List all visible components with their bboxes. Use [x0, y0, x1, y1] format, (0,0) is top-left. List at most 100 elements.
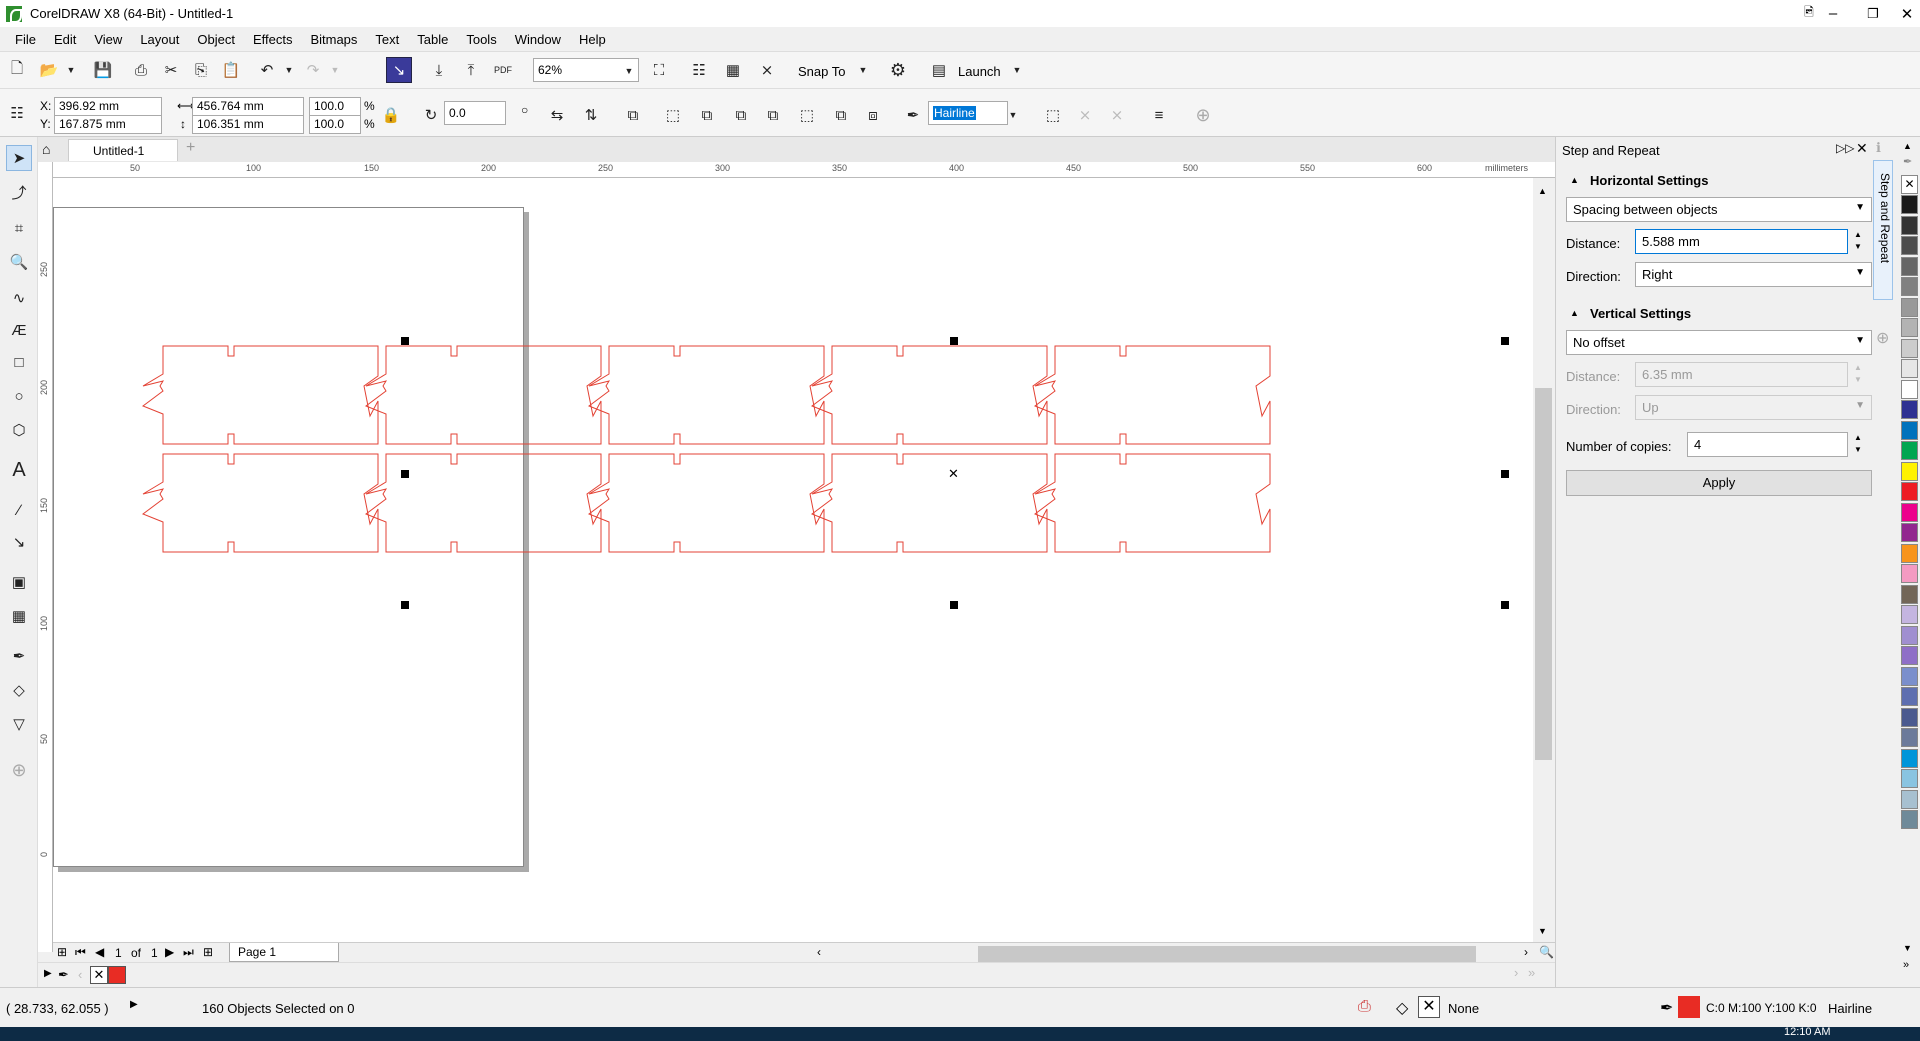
- center-marker-icon[interactable]: ✕: [948, 466, 959, 481]
- color-swatch[interactable]: [1901, 707, 1918, 727]
- import-icon[interactable]: ⤓: [426, 57, 452, 83]
- search-content-icon[interactable]: ↘: [386, 57, 412, 83]
- color-swatch[interactable]: [1901, 810, 1918, 829]
- shape-piece[interactable]: [365, 345, 602, 445]
- zoom-dropdown-icon[interactable]: ▼: [616, 58, 642, 84]
- artistic-media-tool-icon[interactable]: Æ: [6, 317, 32, 343]
- menu-object[interactable]: Object: [197, 32, 235, 47]
- show-rulers-icon[interactable]: ☷: [686, 57, 712, 83]
- add-docker-icon[interactable]: ⊕: [1876, 328, 1889, 348]
- shape-piece[interactable]: [142, 345, 379, 445]
- show-grid-icon[interactable]: ▦: [720, 57, 746, 83]
- menu-text[interactable]: Text: [375, 32, 399, 47]
- color-swatch[interactable]: [1901, 318, 1918, 337]
- color-proofing-icon[interactable]: ⎙: [1358, 998, 1371, 1016]
- width-field[interactable]: 456.764 mm: [192, 97, 304, 116]
- y-position-field[interactable]: 167.875 mm: [54, 115, 162, 134]
- next-page-icon[interactable]: ▶: [165, 945, 174, 959]
- shape-piece[interactable]: [811, 453, 1048, 553]
- palette-scroll-right-icon[interactable]: ›: [1514, 965, 1518, 980]
- color-swatch[interactable]: [1901, 297, 1918, 317]
- group-icon[interactable]: ⧉: [620, 102, 646, 128]
- crop-tool-icon[interactable]: ⌗: [6, 215, 32, 241]
- v-distance-spinner[interactable]: ▲ ▼: [1854, 362, 1862, 386]
- copies-spinner[interactable]: ▲ ▼: [1854, 432, 1862, 456]
- ellipse-tool-icon[interactable]: ○: [6, 383, 32, 409]
- color-swatch[interactable]: [1901, 748, 1918, 768]
- redo-dropdown-icon[interactable]: ▼: [322, 57, 348, 83]
- page-current[interactable]: 1: [115, 946, 122, 960]
- color-swatch[interactable]: [1901, 789, 1918, 809]
- close-button[interactable]: ✕: [1884, 0, 1920, 27]
- color-swatch[interactable]: [1901, 605, 1918, 624]
- open-dropdown-icon[interactable]: ▼: [58, 57, 84, 83]
- drawing-canvas[interactable]: ✕: [53, 178, 1533, 942]
- new-tab-icon[interactable]: +: [186, 139, 195, 157]
- add-tool-icon[interactable]: ⊕: [1190, 102, 1216, 128]
- color-swatch[interactable]: [1901, 584, 1918, 604]
- shape-piece[interactable]: [588, 453, 825, 553]
- vertical-mode-select[interactable]: No offset ▼: [1566, 330, 1872, 355]
- docker-hints-icon[interactable]: ℹ: [1876, 140, 1881, 156]
- export-icon[interactable]: ⤒: [458, 57, 484, 83]
- no-fill-swatch[interactable]: ✕: [1901, 175, 1918, 194]
- drop-shadow-tool-icon[interactable]: ▣: [6, 569, 32, 595]
- prev-page-icon[interactable]: ◀: [95, 945, 104, 959]
- outline-color-swatch[interactable]: [1678, 996, 1700, 1018]
- welcome-home-icon[interactable]: ⌂: [42, 141, 50, 157]
- color-swatch[interactable]: [1901, 400, 1918, 419]
- color-swatch[interactable]: [1901, 564, 1918, 583]
- palette-eyedropper-icon[interactable]: ✒: [58, 967, 69, 983]
- outline-width-field[interactable]: Hairline: [928, 101, 1008, 125]
- zoom-navigator-icon[interactable]: 🔍: [1539, 945, 1554, 959]
- snap-to-label[interactable]: Snap To: [798, 64, 845, 79]
- horizontal-ruler[interactable]: 50 100 150 200 250 300 350 400 450 500 5…: [53, 162, 1555, 178]
- simplify-icon[interactable]: ⧉: [760, 102, 786, 128]
- status-arrow-icon[interactable]: ▶: [130, 999, 138, 1010]
- new-document-icon[interactable]: 🗋: [4, 57, 30, 83]
- pick-tool-icon[interactable]: ➤: [6, 145, 32, 171]
- fill-bucket-icon[interactable]: ◇: [1396, 998, 1408, 1018]
- freehand-tool-icon[interactable]: ∿: [6, 285, 32, 311]
- mirror-horizontal-icon[interactable]: ⇆: [544, 102, 570, 128]
- scroll-left-icon[interactable]: ‹: [817, 945, 821, 959]
- color-swatch[interactable]: [1901, 482, 1918, 501]
- palette-menu-icon[interactable]: ▶: [44, 968, 52, 979]
- docker-side-tab[interactable]: Step and Repeat: [1873, 160, 1893, 300]
- color-swatch[interactable]: [1901, 502, 1918, 522]
- mirror-vertical-icon[interactable]: ⇅: [578, 102, 604, 128]
- color-swatch[interactable]: [1901, 236, 1918, 255]
- polygon-tool-icon[interactable]: ⬡: [6, 417, 32, 443]
- transparency-tool-icon[interactable]: ▦: [6, 603, 32, 629]
- snap-dropdown-icon[interactable]: ▼: [850, 57, 876, 83]
- shape-tool-icon[interactable]: ⤴: [6, 179, 32, 205]
- smart-fill-tool-icon[interactable]: ▽: [6, 711, 32, 737]
- h-direction-select[interactable]: Right ▼: [1635, 262, 1872, 287]
- first-page-icon[interactable]: ⏮: [75, 945, 86, 960]
- show-guidelines-icon[interactable]: ⨯: [754, 57, 780, 83]
- add-toolbox-tool-icon[interactable]: ⊕: [6, 757, 32, 783]
- color-swatch[interactable]: [1901, 379, 1918, 399]
- color-swatch[interactable]: [1901, 277, 1918, 296]
- shape-piece[interactable]: [1034, 345, 1271, 445]
- apply-button[interactable]: Apply: [1566, 470, 1872, 496]
- convert-to-curves-icon[interactable]: ⬚: [1040, 102, 1066, 128]
- docker-collapse-icon[interactable]: ▷▷: [1836, 141, 1854, 155]
- color-swatch[interactable]: [1901, 543, 1918, 563]
- back-minus-front-icon[interactable]: ⧉: [828, 102, 854, 128]
- menu-window[interactable]: Window: [515, 32, 561, 47]
- color-swatch[interactable]: [1901, 728, 1918, 747]
- h-distance-spinner[interactable]: ▲ ▼: [1854, 229, 1862, 253]
- save-icon[interactable]: 💾: [90, 57, 116, 83]
- text-tool-icon[interactable]: A: [6, 457, 32, 483]
- launch-icon[interactable]: ▤: [926, 57, 952, 83]
- rectangle-tool-icon[interactable]: □: [6, 349, 32, 375]
- color-swatch[interactable]: [1901, 338, 1918, 358]
- color-swatch[interactable]: [1901, 461, 1918, 481]
- horizontal-collapse-icon[interactable]: ▲: [1570, 175, 1579, 185]
- color-swatch[interactable]: [1901, 420, 1918, 440]
- break-apart-icon[interactable]: ⨯: [1072, 102, 1098, 128]
- menu-table[interactable]: Table: [417, 32, 448, 47]
- palette-eyedropper-icon[interactable]: ✒: [1903, 155, 1912, 168]
- add-page-before-icon[interactable]: ⊞: [57, 945, 67, 959]
